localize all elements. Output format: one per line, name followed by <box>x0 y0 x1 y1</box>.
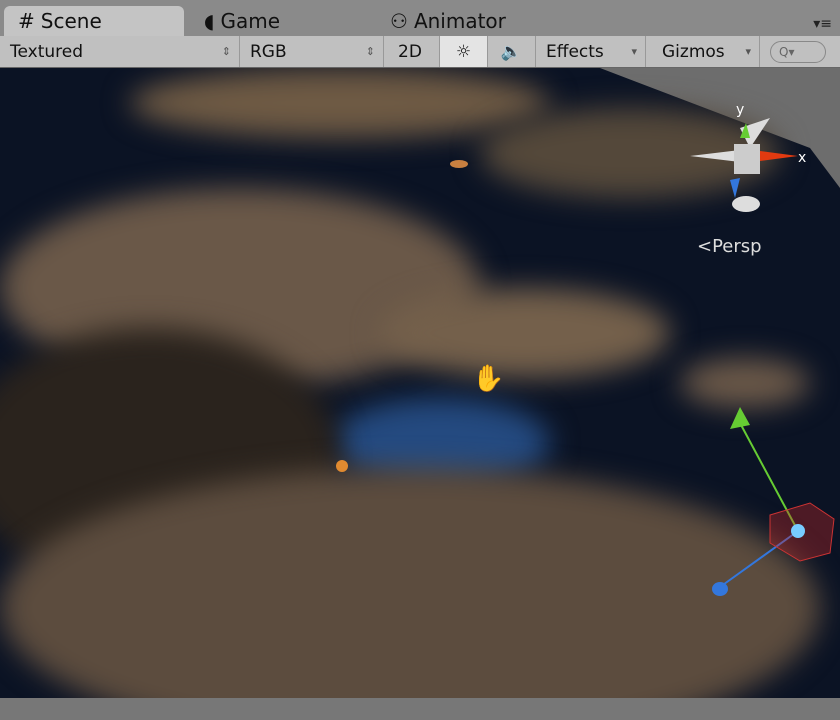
scene-viewport[interactable]: x y <Persp ✋ <box>0 68 840 720</box>
orientation-gizmo[interactable]: x y <box>680 98 840 258</box>
light-orb <box>336 460 348 472</box>
floor-grid <box>0 698 840 720</box>
effects-label: Effects <box>546 41 604 62</box>
animator-icon: ⚇ <box>390 9 408 33</box>
effects-dropdown[interactable]: Effects ▾ <box>536 36 646 67</box>
y-label: y <box>736 102 744 118</box>
panel-menu-icon[interactable]: ▾≡ <box>813 16 832 32</box>
gizmo-center-cube <box>734 144 760 174</box>
speaker-icon: 🔈 <box>500 41 523 62</box>
search-input[interactable]: Q▾ <box>770 40 826 63</box>
tab-label: Scene <box>40 9 102 33</box>
draw-mode-value: Textured <box>10 41 84 62</box>
updown-icon: ⇕ <box>365 45 375 58</box>
updown-icon: ⇕ <box>221 45 231 58</box>
hash-icon: # <box>18 9 35 33</box>
draw-mode-dropdown[interactable]: Textured ⇕ <box>0 36 240 67</box>
gizmos-dropdown[interactable]: Gizmos ▾ <box>652 36 760 67</box>
render-mode-dropdown[interactable]: RGB ⇕ <box>240 36 384 67</box>
tab-label: Game <box>220 9 281 33</box>
neg-x-cone <box>690 150 740 162</box>
pacman-icon: ◖ <box>204 9 215 33</box>
neg-y-cone <box>732 196 760 212</box>
gizmo-center <box>791 524 805 538</box>
tab-bar: # Scene ◖ Game ⚇ Animator ▾≡ <box>0 0 840 36</box>
chevron-down-icon: ▾ <box>745 45 751 58</box>
sun-icon: ☼ <box>455 41 472 62</box>
cloud <box>380 288 670 378</box>
camera-projection-label[interactable]: <Persp <box>697 236 762 257</box>
chevron-left-icon: < <box>697 236 713 257</box>
chevron-down-icon: ▾ <box>631 45 637 58</box>
y-arrow <box>730 407 750 429</box>
lighting-toggle[interactable]: ☼ <box>440 36 488 67</box>
tab-label: Animator <box>413 9 506 33</box>
gizmos-label: Gizmos <box>662 41 725 62</box>
z-arrow <box>712 582 728 596</box>
persp-text: Persp <box>712 236 762 257</box>
light-orb <box>450 160 468 168</box>
cloud <box>680 358 810 408</box>
z-axis-cone <box>730 178 740 198</box>
tab-scene[interactable]: # Scene <box>4 6 184 36</box>
2d-toggle[interactable]: 2D <box>388 36 440 67</box>
audio-toggle[interactable]: 🔈 <box>488 36 536 67</box>
x-label: x <box>798 150 806 166</box>
move-gizmo[interactable] <box>700 403 840 603</box>
render-mode-value: RGB <box>250 41 287 62</box>
tab-game[interactable]: ◖ Game <box>190 6 294 36</box>
hand-cursor-icon: ✋ <box>472 364 505 394</box>
tab-animator[interactable]: ⚇ Animator <box>376 6 520 36</box>
scene-toolbar: Textured ⇕ RGB ⇕ 2D ☼ 🔈 Effects ▾ Gizmos ▾ Q… <box>0 36 840 68</box>
cloud <box>130 68 550 138</box>
